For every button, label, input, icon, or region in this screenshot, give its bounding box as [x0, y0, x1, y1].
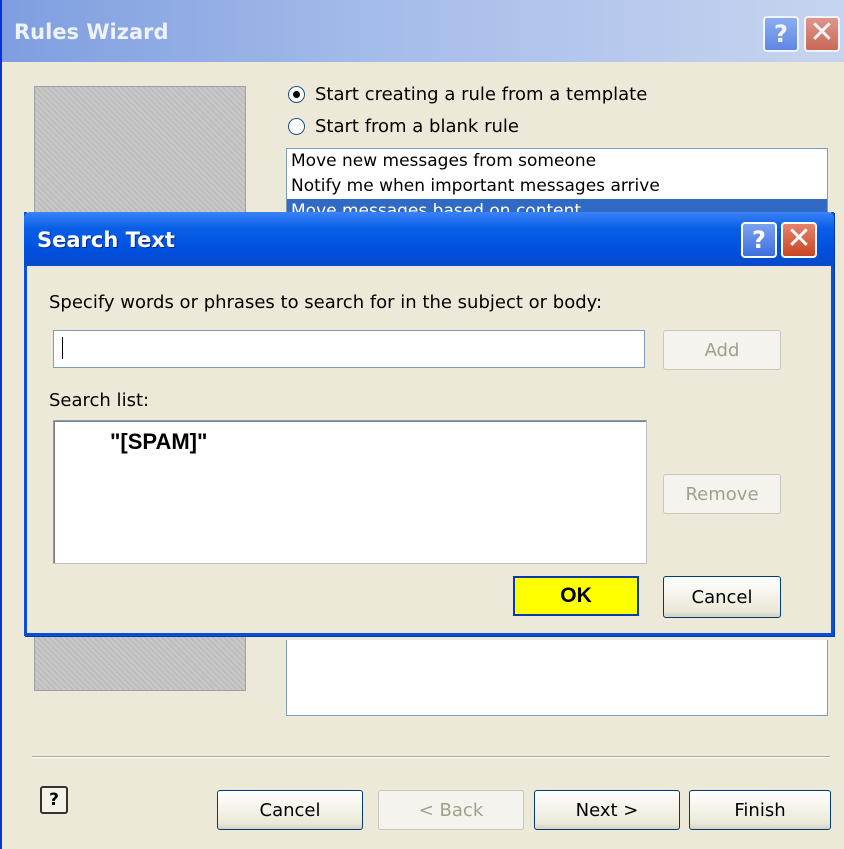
text-caret: [62, 337, 63, 359]
remove-button[interactable]: Remove: [663, 474, 781, 514]
template-list[interactable]: Move new messages from someone Notify me…: [286, 148, 828, 218]
radio-blank-label: Start from a blank rule: [315, 116, 519, 137]
rules-wizard-title: Rules Wizard: [14, 20, 169, 44]
rules-wizard-titlebar: Rules Wizard ? ✕: [2, 0, 844, 62]
add-button[interactable]: Add: [663, 330, 781, 370]
search-text-title: Search Text: [37, 228, 175, 252]
search-input[interactable]: [53, 330, 645, 368]
radio-start-from-template[interactable]: Start creating a rule from a template: [288, 84, 647, 105]
close-icon[interactable]: ✕: [781, 222, 817, 258]
cancel-button[interactable]: Cancel: [663, 576, 781, 618]
rule-description-box: [286, 640, 828, 716]
search-text-titlebar: Search Text ? ✕: [24, 212, 834, 266]
divider: [32, 756, 830, 758]
help-icon[interactable]: ?: [763, 16, 799, 52]
list-item[interactable]: "[SPAM]": [110, 429, 207, 455]
list-item[interactable]: Notify me when important messages arrive: [287, 174, 827, 199]
search-prompt-label: Specify words or phrases to search for i…: [49, 292, 603, 313]
search-list-label: Search list:: [49, 390, 150, 411]
wizard-cancel-button[interactable]: Cancel: [217, 790, 363, 830]
ok-button[interactable]: OK: [513, 576, 639, 616]
radio-template-label: Start creating a rule from a template: [315, 84, 648, 105]
wizard-next-button[interactable]: Next >: [534, 790, 680, 830]
radio-checked-icon[interactable]: [288, 86, 305, 103]
radio-start-blank[interactable]: Start from a blank rule: [288, 116, 519, 137]
help-icon[interactable]: ?: [741, 222, 777, 258]
search-list[interactable]: "[SPAM]": [53, 420, 647, 564]
wizard-finish-button[interactable]: Finish: [689, 790, 831, 830]
list-item[interactable]: Move new messages from someone: [287, 149, 827, 174]
search-text-dialog: Search Text ? ✕ Specify words or phrases…: [24, 212, 834, 636]
wizard-back-button[interactable]: < Back: [378, 790, 524, 830]
help-button-icon[interactable]: ?: [40, 786, 68, 814]
radio-unchecked-icon[interactable]: [288, 118, 305, 135]
close-icon[interactable]: ✕: [804, 16, 840, 52]
